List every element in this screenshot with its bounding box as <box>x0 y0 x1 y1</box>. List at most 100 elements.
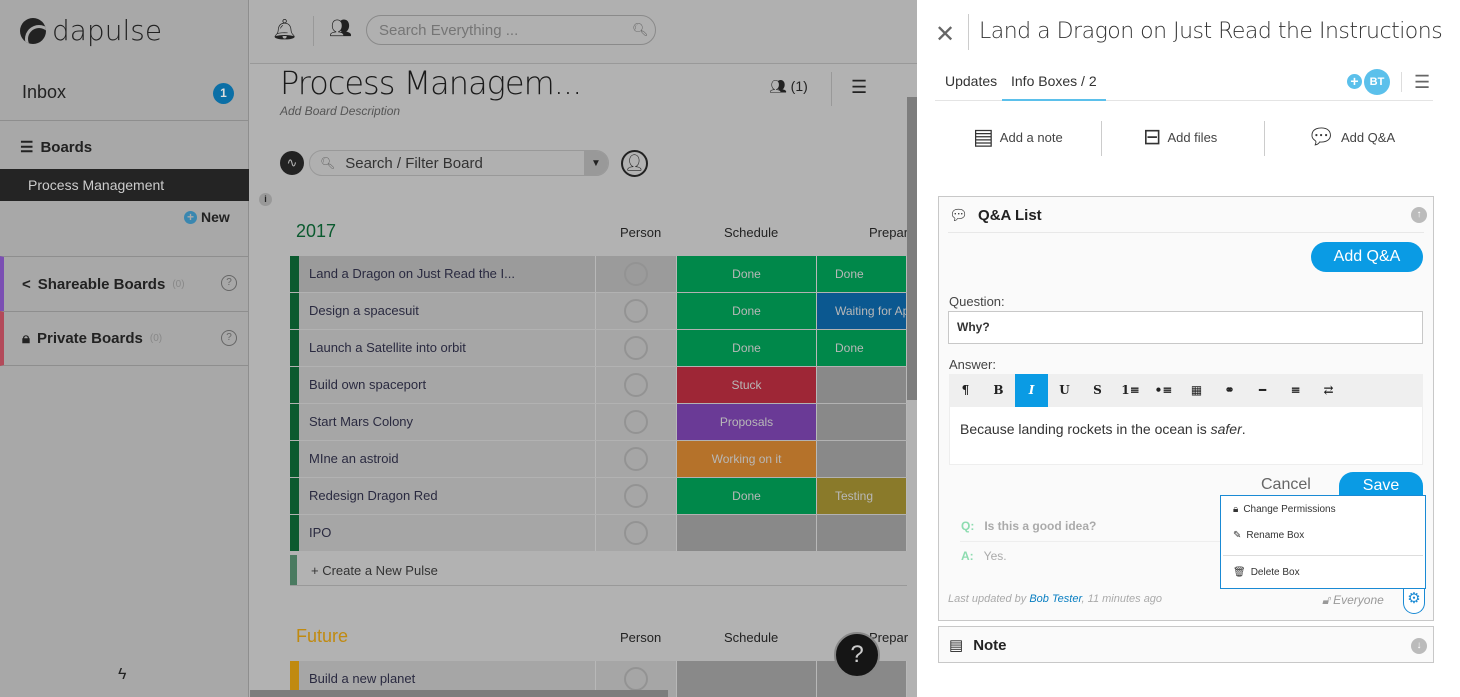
prep-status[interactable]: Done <box>817 256 907 292</box>
prep-status[interactable]: Waiting for Ap <box>817 293 907 329</box>
board-menu-icon[interactable]: ☰ <box>851 77 867 98</box>
paragraph-icon[interactable]: ¶ <box>949 374 982 407</box>
menu-item-rename-box[interactable]: ✎ Rename Box <box>1233 530 1304 541</box>
help-icon[interactable]: ? <box>221 275 237 291</box>
add-qa-submit-button[interactable]: Add Q&A <box>1311 242 1423 272</box>
underline-icon[interactable]: U <box>1048 374 1081 407</box>
group-title[interactable]: 2017 <box>296 221 336 242</box>
schedule-status[interactable]: Done <box>677 330 817 366</box>
prep-status[interactable] <box>817 441 907 477</box>
vertical-scrollbar[interactable] <box>907 97 917 400</box>
cancel-button[interactable]: Cancel <box>1261 476 1311 494</box>
help-button[interactable]: ? <box>834 632 880 678</box>
italic-icon[interactable]: I <box>1015 374 1048 407</box>
column-header[interactable]: Person <box>620 225 661 240</box>
table-row[interactable]: Build own spaceport Stuck <box>290 367 907 403</box>
pulse-name[interactable]: Design a spacesuit <box>299 293 596 329</box>
close-icon[interactable]: ✕ <box>935 20 955 49</box>
pulse-name[interactable]: Start Mars Colony <box>299 404 596 440</box>
answer-editor[interactable]: Because landing rockets in the ocean is … <box>949 407 1423 465</box>
table-row[interactable]: Launch a Satellite into orbit Done Done <box>290 330 907 366</box>
align-icon[interactable]: ≡ <box>1279 374 1312 407</box>
activity-icon[interactable]: ∿ <box>280 151 304 175</box>
direction-icon[interactable]: ⇄ <box>1312 374 1345 407</box>
note-box-title[interactable]: Note <box>973 637 1006 654</box>
pulse-name[interactable]: MIne an astroid <box>299 441 596 477</box>
table-row[interactable]: Land a Dragon on Just Read the I... Done… <box>290 256 907 292</box>
panel-menu-icon[interactable]: ☰ <box>1414 72 1430 93</box>
prep-status[interactable] <box>817 515 907 551</box>
person-cell[interactable] <box>596 404 677 440</box>
question-input[interactable]: Why? <box>948 311 1423 344</box>
board-description[interactable]: Add Board Description <box>280 104 400 118</box>
person-filter-icon[interactable]: 👤︎ <box>621 150 648 177</box>
person-cell[interactable] <box>596 256 677 292</box>
menu-item-change-permissions[interactable]: 🔒︎ Change Permissions <box>1233 504 1336 515</box>
page-title[interactable]: Process Managem... <box>280 64 582 102</box>
strikethrough-icon[interactable]: S <box>1081 374 1114 407</box>
add-note-button[interactable]: ▤ Add a note <box>973 124 1063 150</box>
add-qa-button[interactable]: 💬︎ Add Q&A <box>1307 124 1395 150</box>
user-link[interactable]: Bob Tester <box>1029 593 1081 605</box>
chevron-down-icon[interactable]: ▼ <box>584 151 608 175</box>
pulse-title[interactable]: Land a Dragon on Just Read the Instructi… <box>979 19 1443 44</box>
person-cell[interactable] <box>596 367 677 403</box>
tab-updates[interactable]: Updates <box>945 73 997 89</box>
gear-icon[interactable]: ⚙ <box>1403 587 1425 614</box>
pulse-name[interactable]: Redesign Dragon Red <box>299 478 596 514</box>
people-icon[interactable]: 👥︎ <box>329 18 352 39</box>
table-row[interactable]: Design a spacesuit Done Waiting for Ap <box>290 293 907 329</box>
prep-status[interactable]: Done <box>817 330 907 366</box>
collapse-up-icon[interactable]: ↑ <box>1411 207 1427 223</box>
bell-icon[interactable]: 🔔︎ <box>272 17 297 42</box>
pulse-name[interactable]: IPO <box>299 515 596 551</box>
private-boards-section[interactable]: 🔒︎ Private Boards (0)? <box>0 311 249 366</box>
bullet-list-icon[interactable]: •≡ <box>1147 374 1180 407</box>
qa-box-title[interactable]: Q&A List <box>978 207 1042 224</box>
schedule-status[interactable]: Done <box>677 478 817 514</box>
person-cell[interactable] <box>596 293 677 329</box>
expand-down-icon[interactable]: ↓ <box>1411 638 1427 654</box>
filter-board-input[interactable]: 🔍︎ Search / Filter Board ▼ <box>309 150 609 176</box>
table-row[interactable]: MIne an astroid Working on it <box>290 441 907 477</box>
menu-item-delete-box[interactable]: 🗑︎ Delete Box <box>1233 567 1300 578</box>
prep-status[interactable] <box>817 404 907 440</box>
horizontal-scrollbar[interactable] <box>250 690 668 697</box>
schedule-status[interactable]: Working on it <box>677 441 817 477</box>
table-row[interactable]: Start Mars Colony Proposals <box>290 404 907 440</box>
pulse-name[interactable]: Build own spaceport <box>299 367 596 403</box>
subscribers-button[interactable]: 👥︎ (1) <box>769 78 808 95</box>
schedule-status[interactable] <box>677 661 817 697</box>
global-search-input[interactable] <box>366 15 656 45</box>
table-icon[interactable]: ▦ <box>1180 374 1213 407</box>
add-subscriber-icon[interactable]: + <box>1347 74 1362 89</box>
schedule-status[interactable]: Proposals <box>677 404 817 440</box>
bolt-icon[interactable]: ϟ <box>118 666 126 684</box>
permission-indicator[interactable]: 🔓︎ Everyone <box>1322 593 1384 608</box>
tab-info-boxes[interactable]: Info Boxes / 2 <box>1002 73 1106 101</box>
schedule-status[interactable]: Done <box>677 256 817 292</box>
table-row[interactable]: IPO <box>290 515 907 551</box>
pulse-name[interactable]: Launch a Satellite into orbit <box>299 330 596 366</box>
boards-header[interactable]: ☰ Boards <box>20 138 92 157</box>
inbox-item[interactable]: Inbox <box>0 64 249 121</box>
column-header[interactable]: Prepar <box>869 225 908 240</box>
horizontal-rule-icon[interactable]: ━ <box>1246 374 1279 407</box>
sidebar-item-process-management[interactable]: Process Management <box>0 169 249 201</box>
person-cell[interactable] <box>596 478 677 514</box>
prep-status[interactable] <box>817 367 907 403</box>
ordered-list-icon[interactable]: 1≡ <box>1114 374 1147 407</box>
person-cell[interactable] <box>596 441 677 477</box>
link-icon[interactable]: ⚭ <box>1213 374 1246 407</box>
avatar[interactable]: BT <box>1364 69 1390 95</box>
add-files-button[interactable]: ⊟ Add files <box>1143 124 1217 150</box>
table-row[interactable]: Redesign Dragon Red Done Testing <box>290 478 907 514</box>
schedule-status[interactable]: Stuck <box>677 367 817 403</box>
column-header[interactable]: Person <box>620 630 661 645</box>
column-header[interactable]: Schedule <box>724 225 778 240</box>
pulse-name[interactable]: Land a Dragon on Just Read the I... <box>299 256 596 292</box>
info-icon[interactable]: i <box>259 193 272 206</box>
new-board-button[interactable]: + New <box>184 209 230 225</box>
prep-status[interactable]: Testing <box>817 478 907 514</box>
schedule-status[interactable]: Done <box>677 293 817 329</box>
